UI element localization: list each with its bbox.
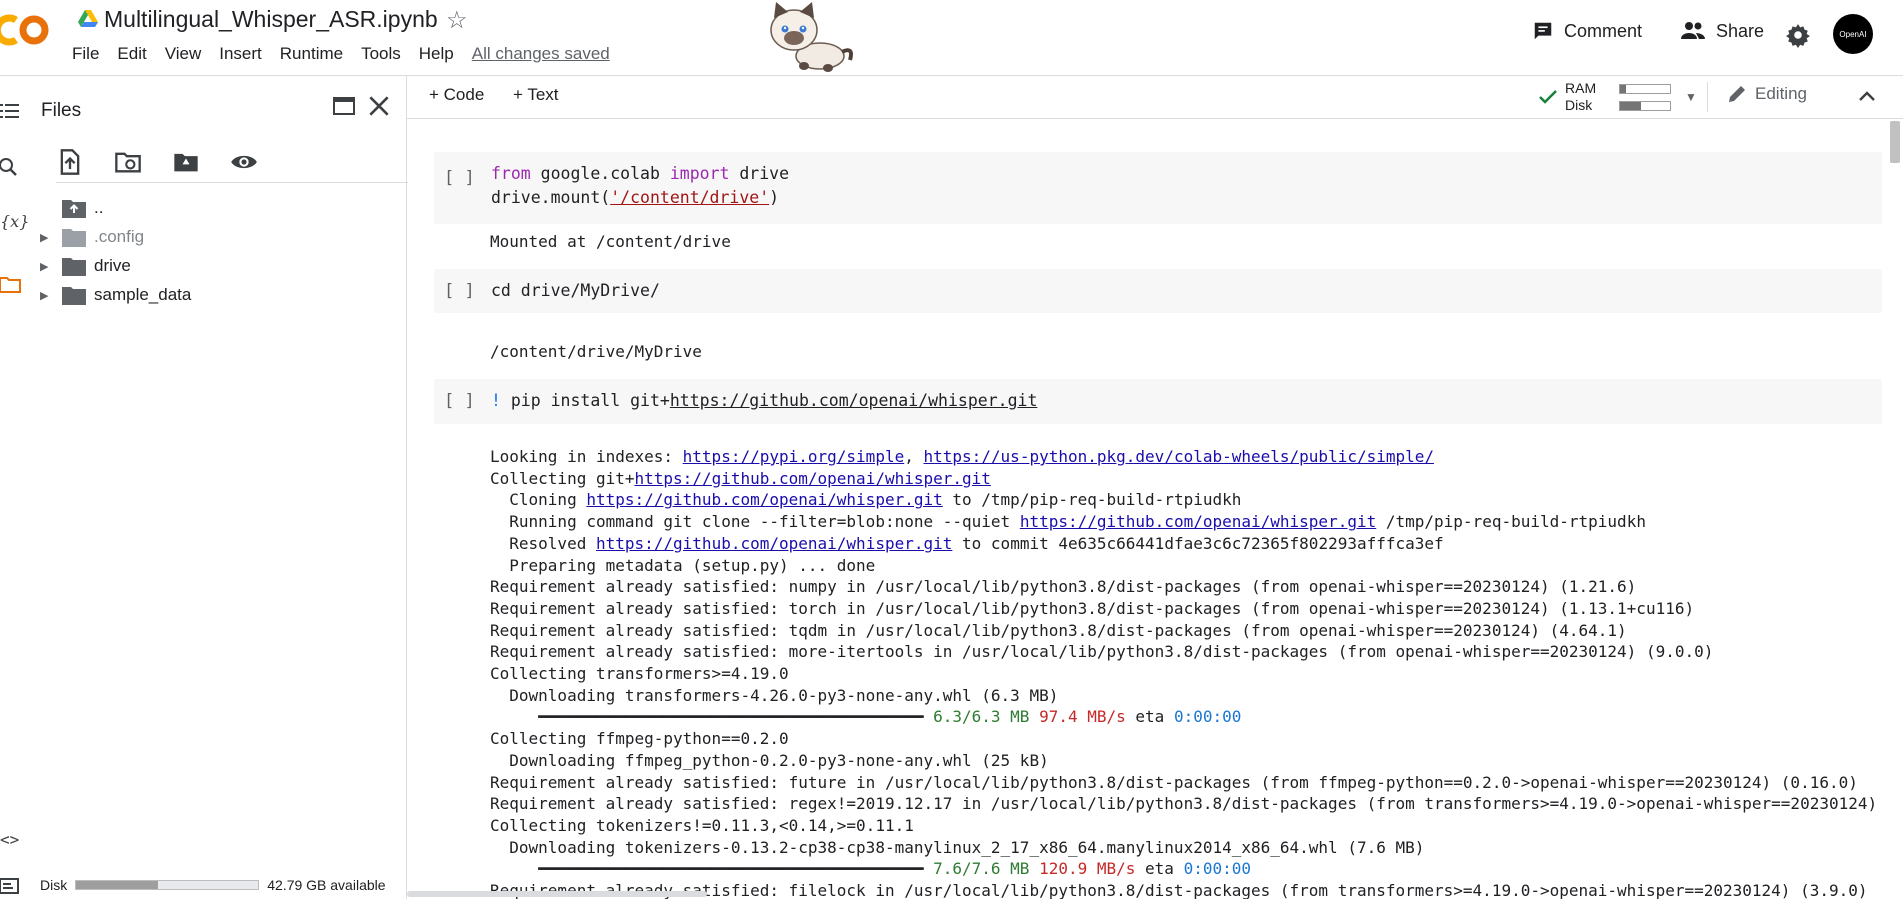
- terminal-icon[interactable]: [0, 876, 22, 898]
- resource-monitor[interactable]: RAM Disk ▼: [1537, 80, 1707, 114]
- menu-bar: File Edit View Insert Runtime Tools Help…: [72, 44, 610, 64]
- notebook-title[interactable]: Multilingual_Whisper_ASR.ipynb: [104, 6, 438, 33]
- comment-icon: [1534, 22, 1552, 40]
- google-drive-icon: [78, 10, 98, 27]
- disk-available: 42.79 GB available: [267, 877, 386, 893]
- disk-label: Disk: [1565, 97, 1593, 113]
- folder-icon: [62, 229, 86, 247]
- tree-item-label: drive: [94, 256, 131, 275]
- gear-icon[interactable]: [1785, 22, 1811, 48]
- files-panel-title: Files: [41, 100, 82, 121]
- chevron-up-icon[interactable]: [1855, 84, 1879, 108]
- tree-item-parent[interactable]: ..: [28, 196, 103, 220]
- files-panel: Files .. ▶ .config ▶ drive ▶ sample_data…: [28, 76, 408, 899]
- open-in-tab-icon[interactable]: [332, 94, 356, 118]
- disk-usage-fill: [76, 881, 159, 889]
- run-cell-button[interactable]: [ ]: [444, 281, 475, 301]
- disk-bar: [1619, 101, 1671, 111]
- disk-fill: [1620, 102, 1641, 110]
- output-link[interactable]: https://github.com/openai/whisper.git: [586, 490, 942, 509]
- tree-item-sample-data[interactable]: ▶ sample_data: [28, 283, 191, 307]
- tree-item-drive[interactable]: ▶ drive: [28, 254, 131, 278]
- star-icon[interactable]: ☆: [446, 6, 468, 35]
- folder-icon[interactable]: [0, 274, 22, 296]
- top-header: Multilingual_Whisper_ASR.ipynb ☆ File Ed…: [0, 0, 1903, 76]
- ram-label: RAM: [1565, 80, 1597, 96]
- output-link[interactable]: https://us-python.pkg.dev/colab-wheels/p…: [923, 447, 1434, 466]
- tree-item-label: ..: [94, 198, 104, 217]
- output-link[interactable]: https://github.com/openai/whisper.git: [1020, 512, 1376, 531]
- cell-output: Mounted at /content/drive: [490, 232, 731, 251]
- comment-label: Comment: [1564, 20, 1643, 41]
- caret-right-icon[interactable]: ▶: [40, 231, 54, 244]
- code-snippets-icon[interactable]: <>: [0, 830, 22, 852]
- cell-code[interactable]: cd drive/MyDrive/: [491, 279, 660, 303]
- folder-icon: [62, 258, 86, 276]
- save-status[interactable]: All changes saved: [472, 44, 610, 64]
- menu-edit[interactable]: Edit: [117, 44, 146, 64]
- tree-item-label: sample_data: [94, 285, 192, 304]
- code-cell[interactable]: [ ] ! pip install git+https://github.com…: [434, 379, 1882, 424]
- code-cell[interactable]: [ ] from google.colab import drive drive…: [434, 152, 1882, 224]
- people-icon: [1681, 22, 1705, 39]
- mount-drive-icon[interactable]: [172, 148, 200, 176]
- menu-insert[interactable]: Insert: [219, 44, 262, 64]
- avatar[interactable]: OpenAI: [1833, 14, 1873, 54]
- editing-mode-button[interactable]: Editing: [1727, 84, 1807, 104]
- share-button[interactable]: Share: [1680, 20, 1764, 42]
- cell-code[interactable]: ! pip install git+https://github.com/ope…: [491, 389, 1037, 413]
- variables-icon[interactable]: {x}: [0, 212, 29, 234]
- menu-runtime[interactable]: Runtime: [280, 44, 343, 64]
- activity-rail: {x} <>: [0, 76, 29, 899]
- toolbar-divider: [1707, 82, 1708, 112]
- disk-label: Disk: [40, 877, 68, 893]
- vertical-scrollbar[interactable]: [1887, 119, 1903, 899]
- toc-icon[interactable]: [0, 100, 22, 122]
- colab-logo[interactable]: [0, 12, 52, 48]
- folder-icon: [62, 287, 86, 305]
- tree-item-config[interactable]: ▶ .config: [28, 225, 144, 249]
- horizontal-scrollbar[interactable]: [407, 891, 707, 897]
- check-icon: [1539, 90, 1557, 104]
- pencil-icon: [1729, 86, 1745, 102]
- comment-button[interactable]: Comment: [1532, 20, 1642, 42]
- run-cell-button[interactable]: [ ]: [444, 168, 475, 188]
- cell-output: /content/drive/MyDrive: [490, 342, 702, 361]
- notebook-area: [ ] from google.colab import drive drive…: [407, 119, 1903, 899]
- cat-mascot-icon: [770, 2, 853, 72]
- parent-folder-icon: [62, 200, 86, 218]
- menu-view[interactable]: View: [165, 44, 202, 64]
- upload-file-icon[interactable]: [56, 148, 84, 176]
- code-cell[interactable]: [ ] cd drive/MyDrive/: [434, 269, 1882, 313]
- output-link[interactable]: https://pypi.org/simple: [683, 447, 905, 466]
- add-text-button[interactable]: + Text: [513, 85, 559, 105]
- menu-help[interactable]: Help: [419, 44, 454, 64]
- caret-right-icon[interactable]: ▶: [40, 289, 54, 302]
- search-icon[interactable]: [0, 156, 22, 178]
- notebook-toolbar: + Code + Text RAM Disk ▼ Editing: [407, 76, 1903, 119]
- disk-usage-bar: [75, 880, 260, 890]
- disk-usage: Disk 42.79 GB available: [40, 877, 386, 893]
- share-label: Share: [1716, 20, 1765, 41]
- ram-bar: [1619, 84, 1671, 94]
- ram-fill: [1620, 85, 1626, 93]
- close-icon[interactable]: [366, 93, 392, 119]
- output-link[interactable]: https://github.com/openai/whisper.git: [635, 469, 991, 488]
- caret-right-icon[interactable]: ▶: [40, 260, 54, 273]
- menu-file[interactable]: File: [72, 44, 99, 64]
- cell-code[interactable]: from google.colab import drive drive.mou…: [491, 162, 789, 210]
- add-code-button[interactable]: + Code: [429, 85, 484, 105]
- chevron-down-icon[interactable]: ▼: [1685, 90, 1697, 104]
- tree-item-label: .config: [94, 227, 145, 246]
- scrollbar-thumb[interactable]: [1890, 121, 1900, 163]
- output-link[interactable]: https://github.com/openai/whisper.git: [596, 534, 952, 553]
- files-toolbar: [56, 140, 408, 183]
- eye-icon[interactable]: [230, 148, 258, 176]
- pip-output: Looking in indexes: https://pypi.org/sim…: [490, 447, 1878, 899]
- refresh-folder-icon[interactable]: [114, 148, 142, 176]
- editing-label: Editing: [1755, 84, 1807, 103]
- menu-tools[interactable]: Tools: [361, 44, 401, 64]
- run-cell-button[interactable]: [ ]: [444, 391, 475, 411]
